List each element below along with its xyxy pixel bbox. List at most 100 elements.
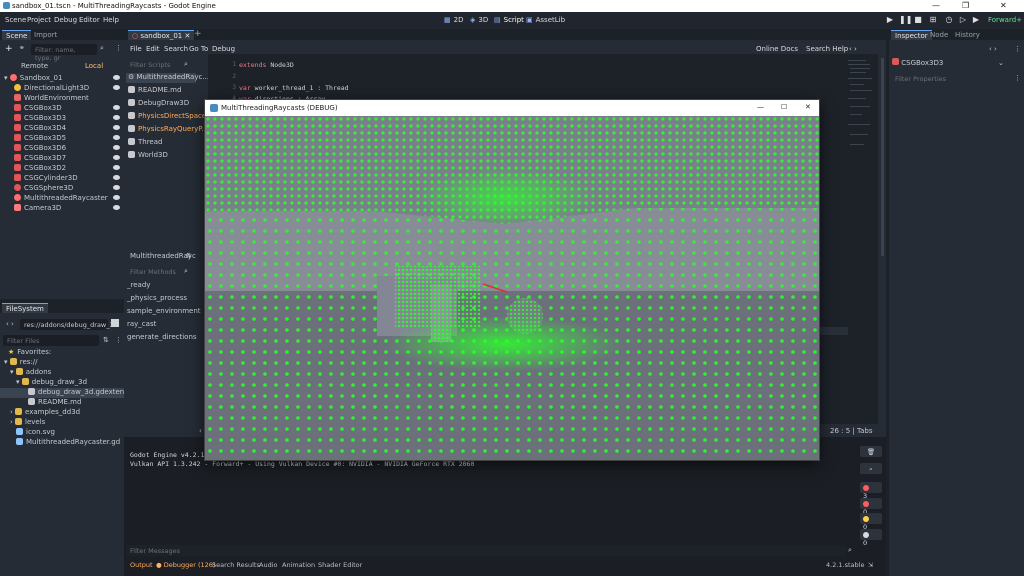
- tab-debugger[interactable]: ● Debugger (126): [156, 561, 215, 569]
- tab-import[interactable]: Import: [30, 30, 61, 40]
- visibility-eye-icon[interactable]: [113, 145, 120, 150]
- menu-project[interactable]: Project: [27, 16, 51, 24]
- method-item[interactable]: _ready: [127, 281, 150, 291]
- script-menu-goto[interactable]: Go To: [189, 45, 208, 53]
- search-icon[interactable]: ⌕: [100, 44, 104, 53]
- menu-debug[interactable]: Debug: [54, 16, 77, 24]
- kebab-menu-icon[interactable]: ⋮: [115, 336, 122, 344]
- menu-editor[interactable]: Editor: [79, 16, 100, 24]
- nav-arrows-icon[interactable]: ‹ ›: [849, 45, 857, 53]
- fs-readme[interactable]: README.md: [0, 398, 124, 408]
- tab-shader-editor[interactable]: Shader Editor: [318, 561, 362, 569]
- tree-node-light[interactable]: DirectionalLight3D: [0, 84, 124, 94]
- filter-properties-input[interactable]: Filter Properties: [891, 73, 1011, 84]
- tree-node-csgbox3[interactable]: CSGBox3D3: [0, 114, 124, 124]
- visibility-eye-icon[interactable]: [113, 105, 120, 110]
- play-custom-icon[interactable]: ▶: [971, 15, 981, 25]
- script-item[interactable]: Thread: [126, 138, 196, 148]
- scene-tab-sandbox[interactable]: ○ sandbox_01 ✕: [128, 30, 195, 40]
- visibility-eye-icon[interactable]: [113, 135, 120, 140]
- menu-scene[interactable]: Scene: [5, 16, 26, 24]
- tree-node-csgbox6[interactable]: CSGBox3D6: [0, 144, 124, 154]
- fs-raycaster-gd[interactable]: MultithreadedRaycaster.gd: [0, 438, 124, 448]
- method-item[interactable]: ray_cast: [127, 320, 156, 330]
- layout-toggle-icon[interactable]: [111, 319, 119, 327]
- script-menu-edit[interactable]: Edit: [146, 45, 160, 53]
- tree-node-csgbox[interactable]: CSGBox3D: [0, 104, 124, 114]
- search-help-button[interactable]: Search Help: [806, 45, 848, 53]
- tab-output[interactable]: Output: [130, 561, 153, 569]
- chevron-down-icon[interactable]: ⌄: [998, 59, 1004, 67]
- local-tab[interactable]: Local: [85, 62, 103, 70]
- script-item[interactable]: ⚙ MultithreadedRayc...: [126, 73, 209, 83]
- script-menu-file[interactable]: File: [130, 45, 142, 53]
- visibility-eye-icon[interactable]: [113, 85, 120, 90]
- path-field[interactable]: res://addons/debug_draw_3d: [20, 319, 118, 330]
- history-nav-icon[interactable]: ‹ ›: [989, 45, 997, 53]
- close-button[interactable]: ✕: [1000, 1, 1007, 10]
- back-icon[interactable]: ‹ ›: [6, 320, 14, 328]
- tree-node-raycaster[interactable]: MultithreadedRaycaster: [0, 194, 124, 204]
- script-item[interactable]: World3D: [126, 151, 196, 161]
- visibility-eye-icon[interactable]: [113, 155, 120, 160]
- pause-icon[interactable]: ❚❚: [899, 15, 912, 25]
- collapse-panel-icon[interactable]: ‹: [199, 427, 202, 435]
- fs-icon-svg[interactable]: icon.svg: [0, 428, 124, 438]
- inspected-object[interactable]: CSGBox3D3: [892, 58, 1012, 69]
- renderer-select[interactable]: Forward+: [988, 16, 1022, 24]
- game-maximize-button[interactable]: ☐: [781, 103, 787, 111]
- pin-icon[interactable]: ⇲: [868, 561, 873, 569]
- tree-node-csgbox4[interactable]: CSGBox3D4: [0, 124, 124, 134]
- method-item[interactable]: sample_environment: [127, 307, 201, 317]
- visibility-eye-icon[interactable]: [113, 205, 120, 210]
- clear-output-icon[interactable]: 🗑: [860, 446, 882, 457]
- kebab-menu-icon[interactable]: ⋮: [1014, 45, 1021, 53]
- fs-levels[interactable]: › levels: [0, 418, 124, 428]
- kebab-menu-icon[interactable]: ⋮: [115, 44, 122, 52]
- method-item[interactable]: _physics_process: [127, 294, 187, 304]
- game-close-button[interactable]: ✕: [805, 103, 811, 111]
- search-icon[interactable]: ⌕: [848, 546, 852, 555]
- search-icon[interactable]: ⌕: [184, 60, 188, 69]
- filter-messages-input[interactable]: Filter Messages: [126, 545, 846, 556]
- remote-debug-icon[interactable]: ⊞: [928, 15, 938, 25]
- workspace-2d[interactable]: ▦ 2D: [440, 15, 467, 25]
- tab-history[interactable]: History: [951, 30, 984, 40]
- minimize-button[interactable]: —: [932, 1, 940, 10]
- link-icon[interactable]: ⚭: [19, 44, 25, 52]
- tree-node-csgbox7[interactable]: CSGBox3D7: [0, 154, 124, 164]
- script-item[interactable]: DebugDraw3D: [126, 99, 196, 109]
- tab-node[interactable]: Node: [926, 30, 952, 40]
- fs-favorites[interactable]: ★ Favorites:: [0, 348, 124, 358]
- method-item[interactable]: generate_directions: [127, 333, 197, 343]
- menu-help[interactable]: Help: [103, 16, 119, 24]
- search-output-icon[interactable]: ⌕: [860, 463, 882, 474]
- visibility-eye-icon[interactable]: [113, 125, 120, 130]
- visibility-eye-icon[interactable]: [113, 165, 120, 170]
- tree-node-cylinder[interactable]: CSGCylinder3D: [0, 174, 124, 184]
- code-minimap[interactable]: [848, 58, 874, 156]
- online-docs-button[interactable]: Online Docs: [756, 45, 798, 53]
- visibility-eye-icon[interactable]: [113, 115, 120, 120]
- workspace-assetlib[interactable]: ▣ AssetLib: [522, 15, 569, 25]
- sort-icon[interactable]: ⇅: [103, 336, 109, 344]
- fs-gdextension[interactable]: debug_draw_3d.gdextension: [0, 388, 139, 398]
- fs-examples[interactable]: › examples_dd3d: [0, 408, 124, 418]
- script-item[interactable]: README.md: [126, 86, 196, 96]
- game-viewport[interactable]: [205, 116, 819, 460]
- tree-node-sphere[interactable]: CSGSphere3D: [0, 184, 124, 194]
- tree-node-camera[interactable]: Camera3D: [0, 204, 124, 214]
- info-filter[interactable]: 0: [860, 513, 882, 531]
- visibility-eye-icon[interactable]: [113, 75, 120, 80]
- tree-node-csgbox5[interactable]: CSGBox3D5: [0, 134, 124, 144]
- visibility-eye-icon[interactable]: [113, 195, 120, 200]
- filter-methods-input[interactable]: Filter Methods: [126, 266, 182, 277]
- movie-icon[interactable]: ◷: [944, 15, 954, 25]
- workspace-3d[interactable]: ◈ 3D: [466, 15, 492, 25]
- play-scene-icon[interactable]: ▷: [958, 15, 968, 25]
- script-menu-debug[interactable]: Debug: [212, 45, 235, 53]
- add-scene-tab-icon[interactable]: +: [190, 28, 206, 39]
- property-options-icon[interactable]: ⋮: [1014, 74, 1021, 82]
- stop-icon[interactable]: ■: [913, 15, 923, 25]
- fs-addons[interactable]: ▾ addons: [0, 368, 124, 378]
